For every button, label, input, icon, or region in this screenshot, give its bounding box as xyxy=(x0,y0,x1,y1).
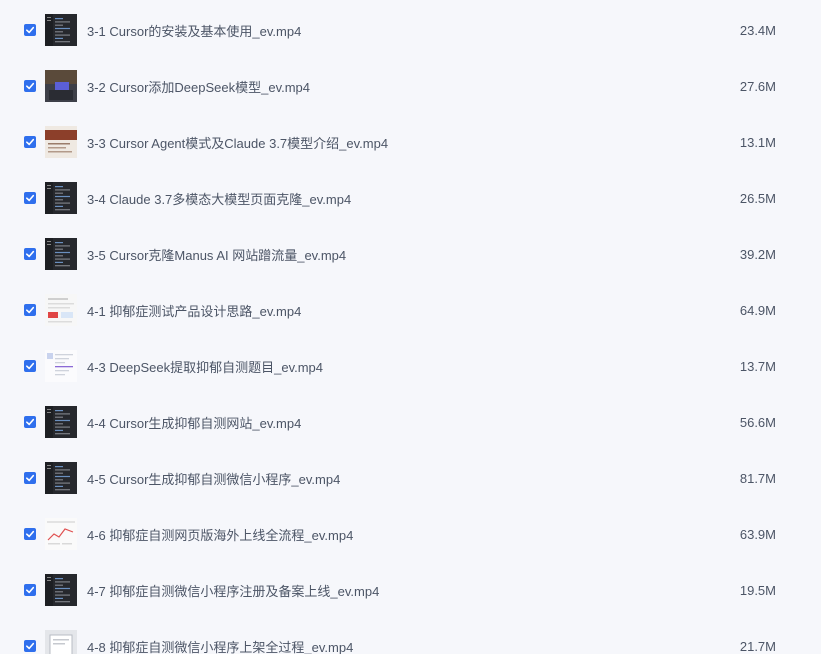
dark-editor-icon xyxy=(45,14,77,46)
file-name[interactable]: 4-6 抑郁症自测网页版海外上线全流程_ev.mp4 xyxy=(87,525,353,544)
file-checkbox[interactable] xyxy=(24,360,36,372)
gray-window-icon xyxy=(45,630,77,654)
dark-editor-icon xyxy=(45,182,77,214)
dark-editor-icon xyxy=(45,462,77,494)
video-frame-icon xyxy=(45,70,77,102)
file-row[interactable]: 4-1 抑郁症测试产品设计思路_ev.mp4 64.9M xyxy=(0,282,821,338)
check-icon xyxy=(25,26,35,34)
file-size: 81.7M xyxy=(739,470,776,486)
file-row[interactable]: 3-5 Cursor克隆Manus AI 网站蹭流量_ev.mp4 39.2M xyxy=(0,226,821,282)
file-list: 3-1 Cursor的安装及基本使用_ev.mp4 23.4M 3-2 Cursor… xyxy=(0,0,821,654)
file-size: 26.5M xyxy=(739,190,776,206)
check-icon xyxy=(25,82,35,90)
file-checkbox[interactable] xyxy=(24,304,36,316)
file-checkbox[interactable] xyxy=(24,80,36,92)
file-name[interactable]: 4-7 抑郁症自测微信小程序注册及备案上线_ev.mp4 xyxy=(87,581,379,600)
file-checkbox[interactable] xyxy=(24,472,36,484)
file-checkbox[interactable] xyxy=(24,192,36,204)
file-checkbox[interactable] xyxy=(24,640,36,652)
file-row[interactable]: 3-2 Cursor添加DeepSeek模型_ev.mp4 27.6M xyxy=(0,58,821,114)
file-size: 21.7M xyxy=(739,638,776,654)
file-row[interactable]: 3-3 Cursor Agent模式及Claude 3.7模型介绍_ev.mp4… xyxy=(0,114,821,170)
file-name[interactable]: 4-5 Cursor生成抑郁自测微信小程序_ev.mp4 xyxy=(87,469,340,488)
file-row[interactable]: 3-4 Claude 3.7多模态大模型页面克隆_ev.mp4 26.5M xyxy=(0,170,821,226)
file-name[interactable]: 3-3 Cursor Agent模式及Claude 3.7模型介绍_ev.mp4 xyxy=(87,133,388,152)
light-chart-icon xyxy=(45,518,77,550)
dark-editor-icon xyxy=(45,406,77,438)
file-row[interactable]: 4-6 抑郁症自测网页版海外上线全流程_ev.mp4 63.9M xyxy=(0,506,821,562)
file-checkbox[interactable] xyxy=(24,248,36,260)
file-name[interactable]: 3-5 Cursor克隆Manus AI 网站蹭流量_ev.mp4 xyxy=(87,245,346,264)
file-name[interactable]: 3-1 Cursor的安装及基本使用_ev.mp4 xyxy=(87,21,301,40)
slide-brown-icon xyxy=(45,126,77,158)
file-row[interactable]: 3-1 Cursor的安装及基本使用_ev.mp4 23.4M xyxy=(0,2,821,58)
check-icon xyxy=(25,586,35,594)
light-page-icon xyxy=(45,294,77,326)
file-name[interactable]: 3-2 Cursor添加DeepSeek模型_ev.mp4 xyxy=(87,77,310,96)
check-icon xyxy=(25,474,35,482)
file-name[interactable]: 4-3 DeepSeek提取抑郁自测题目_ev.mp4 xyxy=(87,357,323,376)
file-size: 39.2M xyxy=(739,246,776,262)
file-size: 23.4M xyxy=(739,22,776,38)
file-row[interactable]: 4-3 DeepSeek提取抑郁自测题目_ev.mp4 13.7M xyxy=(0,338,821,394)
light-doc-icon xyxy=(45,350,77,382)
file-row[interactable]: 4-8 抑郁症自测微信小程序上架全过程_ev.mp4 21.7M xyxy=(0,618,821,654)
check-icon xyxy=(25,530,35,538)
file-size: 13.1M xyxy=(739,134,776,150)
file-checkbox[interactable] xyxy=(24,528,36,540)
file-row[interactable]: 4-7 抑郁症自测微信小程序注册及备案上线_ev.mp4 19.5M xyxy=(0,562,821,618)
dark-editor-icon xyxy=(45,574,77,606)
file-name[interactable]: 3-4 Claude 3.7多模态大模型页面克隆_ev.mp4 xyxy=(87,189,351,208)
file-size: 19.5M xyxy=(739,582,776,598)
file-checkbox[interactable] xyxy=(24,416,36,428)
file-checkbox[interactable] xyxy=(24,24,36,36)
check-icon xyxy=(25,250,35,258)
check-icon xyxy=(25,138,35,146)
file-checkbox[interactable] xyxy=(24,136,36,148)
file-size: 27.6M xyxy=(739,78,776,94)
file-size: 13.7M xyxy=(739,358,776,374)
file-size: 56.6M xyxy=(739,414,776,430)
file-size: 63.9M xyxy=(739,526,776,542)
file-name[interactable]: 4-1 抑郁症测试产品设计思路_ev.mp4 xyxy=(87,301,301,320)
check-icon xyxy=(25,418,35,426)
file-size: 64.9M xyxy=(739,302,776,318)
check-icon xyxy=(25,362,35,370)
file-name[interactable]: 4-8 抑郁症自测微信小程序上架全过程_ev.mp4 xyxy=(87,637,353,654)
dark-editor-icon xyxy=(45,238,77,270)
check-icon xyxy=(25,642,35,650)
file-row[interactable]: 4-4 Cursor生成抑郁自测网站_ev.mp4 56.6M xyxy=(0,394,821,450)
check-icon xyxy=(25,194,35,202)
file-row[interactable]: 4-5 Cursor生成抑郁自测微信小程序_ev.mp4 81.7M xyxy=(0,450,821,506)
file-checkbox[interactable] xyxy=(24,584,36,596)
file-name[interactable]: 4-4 Cursor生成抑郁自测网站_ev.mp4 xyxy=(87,413,301,432)
check-icon xyxy=(25,306,35,314)
